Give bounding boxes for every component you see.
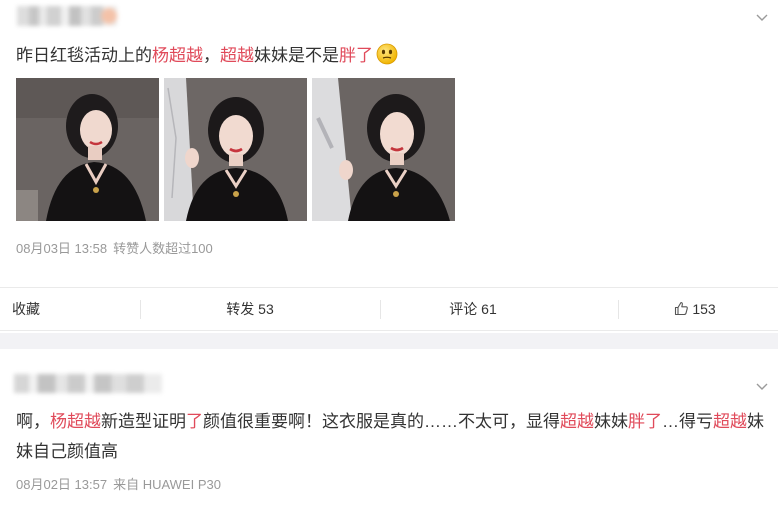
text-segment: …得亏 bbox=[662, 412, 713, 431]
post-date[interactable]: 08月02日 13:57 bbox=[16, 477, 107, 492]
post-image[interactable] bbox=[312, 78, 455, 221]
text-segment: 妹妹是不是 bbox=[254, 46, 339, 65]
weibo-post: 昨日红毯活动上的杨超越，超越妹妹是不是胖了 08月03日 13:58 转赞人数超… bbox=[0, 0, 778, 287]
highlight-link[interactable]: 了 bbox=[186, 412, 203, 431]
text-segment: 啊， bbox=[16, 412, 50, 431]
action-bar: 收藏 转发 53 评论 61 153 bbox=[0, 287, 778, 331]
forward-button[interactable]: 转发 53 bbox=[200, 288, 300, 330]
highlight-link[interactable]: 超越 bbox=[713, 412, 747, 431]
post-image[interactable] bbox=[16, 78, 159, 221]
highlight-link[interactable]: 超越 bbox=[220, 46, 254, 65]
divider bbox=[140, 300, 141, 319]
post-source: 来自 HUAWEI P30 bbox=[113, 477, 221, 492]
collect-button[interactable]: 收藏 bbox=[0, 288, 60, 330]
thumbs-up-icon bbox=[674, 290, 689, 332]
highlight-link[interactable]: 胖了 bbox=[628, 412, 662, 431]
comment-button[interactable]: 评论 61 bbox=[423, 288, 523, 330]
like-button[interactable]: 153 bbox=[655, 288, 735, 330]
text-segment: ， bbox=[203, 46, 220, 65]
divider bbox=[380, 300, 381, 319]
post-date[interactable]: 08月03日 13:58 bbox=[16, 241, 107, 256]
post-meta: 08月02日 13:57 来自 HUAWEI P30 bbox=[16, 474, 221, 493]
highlight-link[interactable]: 胖了 bbox=[339, 46, 373, 65]
chevron-down-icon[interactable] bbox=[756, 14, 768, 26]
post-meta: 08月03日 13:58 转赞人数超过100 bbox=[16, 238, 213, 257]
highlight-link[interactable]: 杨超越 bbox=[50, 412, 101, 431]
chevron-down-icon[interactable] bbox=[756, 383, 768, 395]
post-text: 昨日红毯活动上的杨超越，超越妹妹是不是胖了 bbox=[16, 43, 398, 67]
like-count: 153 bbox=[692, 301, 716, 317]
smiley-emoji-icon bbox=[376, 43, 398, 65]
divider bbox=[618, 300, 619, 319]
weibo-post: 啊，杨超越新造型证明了颜值很重要啊！这衣服是真的……不太可，显得超越妹妹胖了…得… bbox=[0, 349, 778, 514]
post-image[interactable] bbox=[164, 78, 307, 221]
highlight-link[interactable]: 超越 bbox=[560, 412, 594, 431]
text-segment: 新造型证明 bbox=[101, 412, 186, 431]
post-text: 啊，杨超越新造型证明了颜值很重要啊！这衣服是真的……不太可，显得超越妹妹胖了…得… bbox=[16, 407, 766, 467]
text-segment: 颜值很重要啊！这衣服是真的……不太可，显得 bbox=[203, 412, 560, 431]
highlight-link[interactable]: 杨超越 bbox=[152, 46, 203, 65]
section-gap bbox=[0, 333, 778, 349]
blurred-username[interactable] bbox=[17, 6, 117, 26]
text-segment: 妹妹 bbox=[594, 412, 628, 431]
post-extra: 转赞人数超过100 bbox=[113, 241, 213, 256]
text-segment: 昨日红毯活动上的 bbox=[16, 46, 152, 65]
blurred-username[interactable] bbox=[14, 374, 162, 393]
